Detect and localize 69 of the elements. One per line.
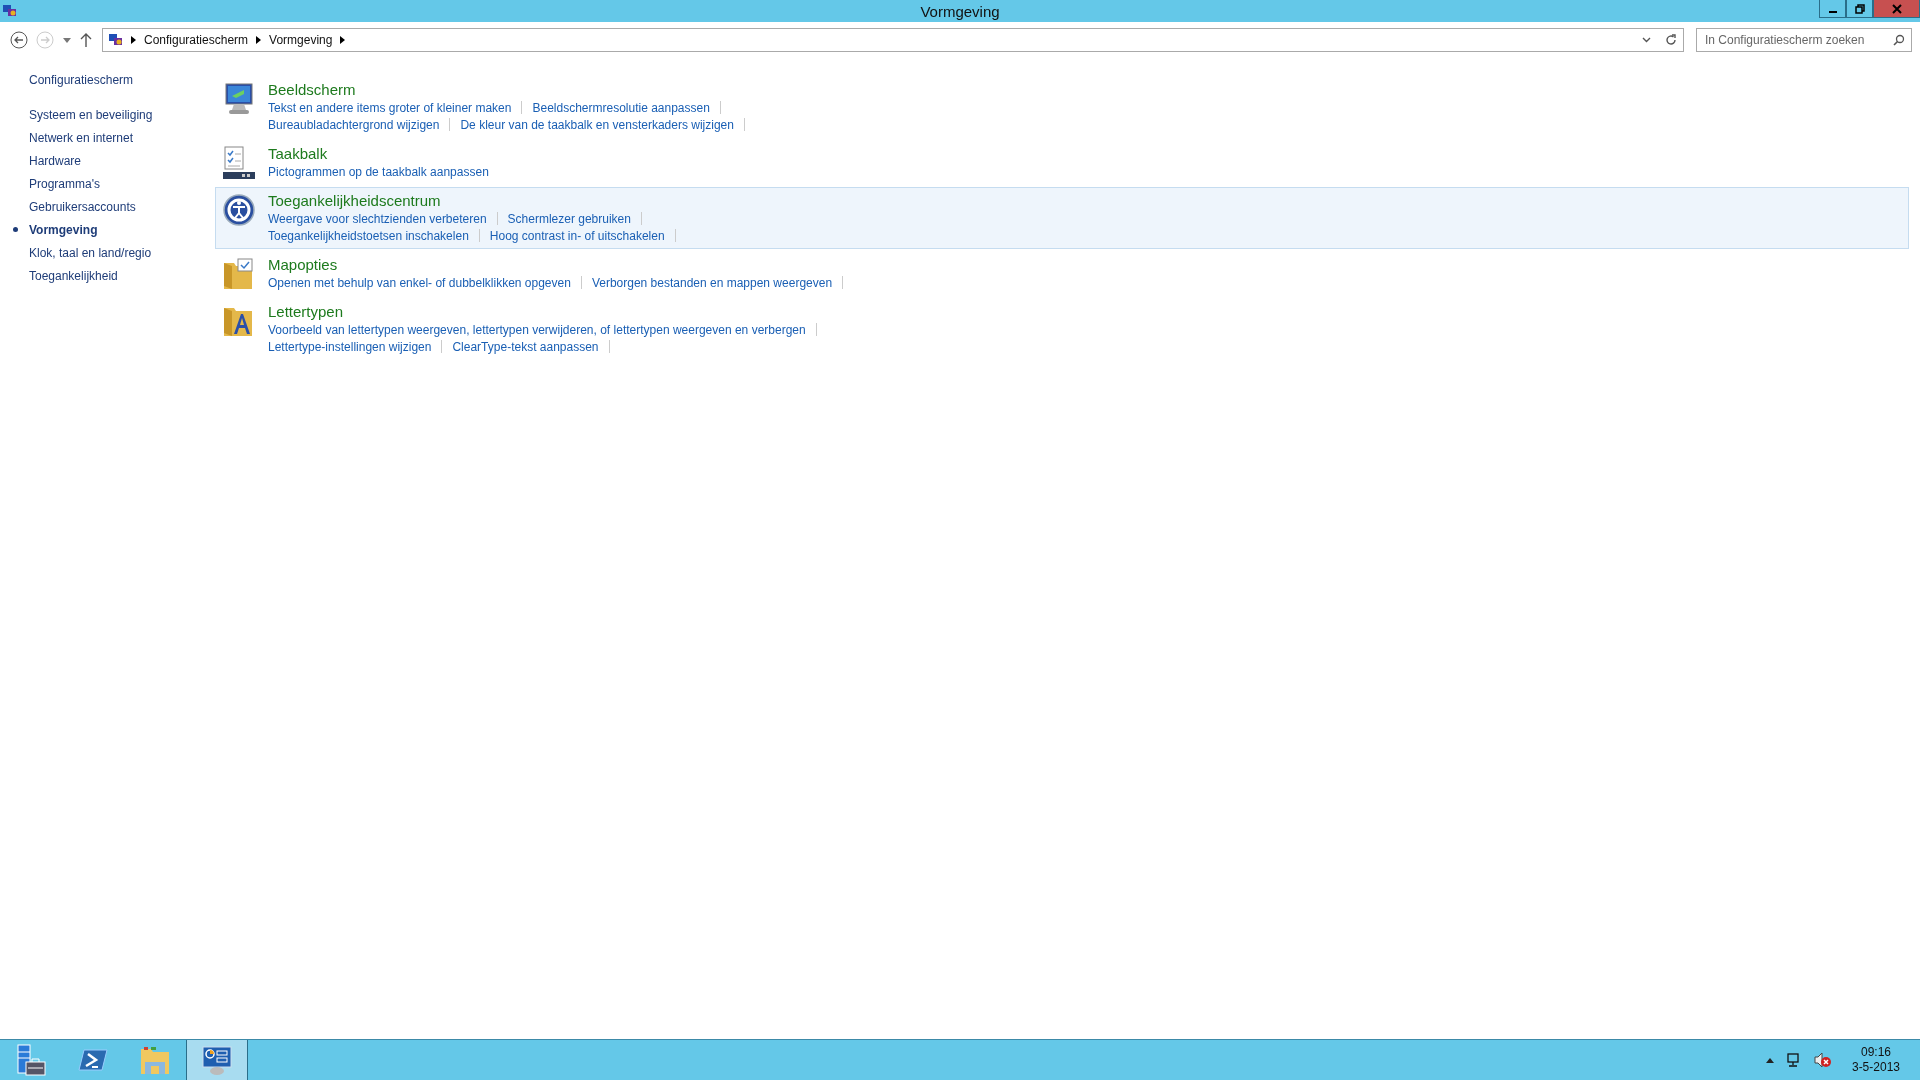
category-title-link[interactable]: Taakbalk: [268, 144, 328, 163]
sidebar-item[interactable]: Netwerk en internet: [29, 130, 134, 145]
task-link[interactable]: De kleur van de taakbalk en vensterkaders wijzigen: [460, 117, 734, 132]
sidebar-item[interactable]: Toegankelijkheid: [29, 268, 118, 283]
window-title: Vormgeving: [920, 2, 1000, 20]
category-row[interactable]: Beeldscherm Tekst en andere items groter of kleiner maken Beeldschermresolutie aanpassen Bureaubladachtergrond wijzigen De kleur van de taakbalk en vensterkaders wijzigen: [215, 76, 1909, 138]
refresh-icon[interactable]: [1665, 34, 1677, 46]
chevron-icon[interactable]: [256, 36, 262, 44]
search-icon: [1893, 34, 1905, 46]
category-title-link[interactable]: Beeldscherm: [268, 80, 356, 99]
show-hidden-icons-caret-icon[interactable]: [1765, 1057, 1774, 1063]
category-title-link[interactable]: Mapopties: [268, 255, 338, 274]
sidebar-home-link[interactable]: Configuratiescherm: [29, 70, 134, 90]
address-bar[interactable]: Configuratiescherm Vormgeving: [102, 28, 1684, 52]
category-row[interactable]: Taakbalk Pictogrammen op de taakbalk aanpassen: [215, 140, 1909, 185]
sidebar-item[interactable]: Vormgeving: [29, 222, 98, 237]
restore-icon: [1854, 3, 1865, 14]
task-link[interactable]: Lettertype-instellingen wijzigen: [268, 339, 432, 354]
close-icon: [1891, 3, 1902, 14]
monitor-icon: [223, 82, 255, 116]
server-briefcase-icon: [15, 1044, 47, 1076]
folder-icon: [139, 1044, 171, 1076]
minimize-icon: [1828, 10, 1837, 13]
sidebar-item[interactable]: Gebruikersaccounts: [29, 199, 136, 214]
task-link[interactable]: Weergave voor slechtzienden verbeteren: [268, 211, 487, 226]
chevron-icon[interactable]: [340, 36, 346, 44]
task-link[interactable]: Hoog contrast in- of uitschakelen: [489, 228, 665, 243]
clock[interactable]: 09:16 3-5-2013: [1851, 1045, 1900, 1075]
folder-options-icon: [222, 257, 256, 291]
task-link[interactable]: Schermlezer gebruiken: [507, 211, 631, 226]
control-panel-icon: [109, 34, 123, 46]
breadcrumb[interactable]: Configuratiescherm: [144, 33, 249, 47]
category-row[interactable]: Lettertypen Voorbeeld van lettertypen weergeven, lettertypen verwijderen, of lettertypen weergeven en verbergen Lettertype-instellingen wijzigen ClearType-tekst aanpassen: [215, 298, 1909, 360]
task-link[interactable]: Verborgen bestanden en mappen weergeven: [591, 275, 833, 290]
category-title-link[interactable]: Lettertypen: [268, 302, 344, 321]
sidebar-item[interactable]: Programma's: [29, 176, 100, 191]
task-link[interactable]: Openen met behulp van enkel- of dubbelklikken opgeven: [268, 275, 571, 290]
category-row[interactable]: Toegankelijkheidscentrum Weergave voor slechtzienden verbeteren Schermlezer gebruiken Toegankelijkheidstoetsen inschakelen Hoog contrast in- of uitschakelen: [215, 187, 1909, 249]
accessibility-icon: [222, 193, 256, 227]
sidebar-item[interactable]: Systeem en beveiliging: [29, 107, 153, 122]
search-field[interactable]: In Configuratiescherm zoeken: [1696, 28, 1912, 52]
sidebar-item[interactable]: Hardware: [29, 153, 82, 168]
restore-button[interactable]: [1846, 0, 1873, 18]
task-link[interactable]: ClearType-tekst aanpassen: [452, 339, 599, 354]
breadcrumb[interactable]: Vormgeving: [269, 33, 333, 47]
speaker-muted-icon[interactable]: [1813, 1052, 1832, 1068]
clock-date: 3-5-2013: [1851, 1060, 1900, 1075]
back-button[interactable]: [8, 29, 30, 51]
network-icon[interactable]: [1785, 1052, 1802, 1068]
task-link[interactable]: Toegankelijkheidstoetsen inschakelen: [268, 228, 469, 243]
recent-dropdown-button[interactable]: [60, 35, 74, 45]
category-row[interactable]: Mapopties Openen met behulp van enkel- of dubbelklikken opgeven Verborgen bestanden en mappen weergeven: [215, 251, 1909, 296]
task-link[interactable]: Pictogrammen op de taakbalk aanpassen: [268, 164, 489, 179]
dropdown-icon[interactable]: [1642, 37, 1651, 43]
minimize-button[interactable]: [1819, 0, 1846, 18]
control-panel-icon: [3, 5, 17, 17]
close-button[interactable]: [1873, 0, 1920, 18]
task-link[interactable]: Voorbeeld van lettertypen weergeven, lettertypen verwijderen, of lettertypen weergeven en verbergen: [268, 322, 806, 337]
task-link[interactable]: Beeldschermresolutie aanpassen: [532, 100, 710, 115]
control-panel-icon: [201, 1044, 233, 1076]
sidebar-item[interactable]: Klok, taal en land/regio: [29, 245, 152, 260]
up-button[interactable]: [78, 31, 94, 49]
task-link[interactable]: Tekst en andere items groter of kleiner maken: [268, 100, 512, 115]
taskbar-checklist-icon: [222, 146, 256, 180]
task-link[interactable]: Bureaubladachtergrond wijzigen: [268, 117, 440, 132]
chevron-icon[interactable]: [131, 36, 136, 44]
clock-time: 09:16: [1860, 1045, 1891, 1060]
taskbar-app-button[interactable]: [186, 1040, 248, 1080]
category-title-link[interactable]: Toegankelijkheidscentrum: [268, 191, 441, 210]
